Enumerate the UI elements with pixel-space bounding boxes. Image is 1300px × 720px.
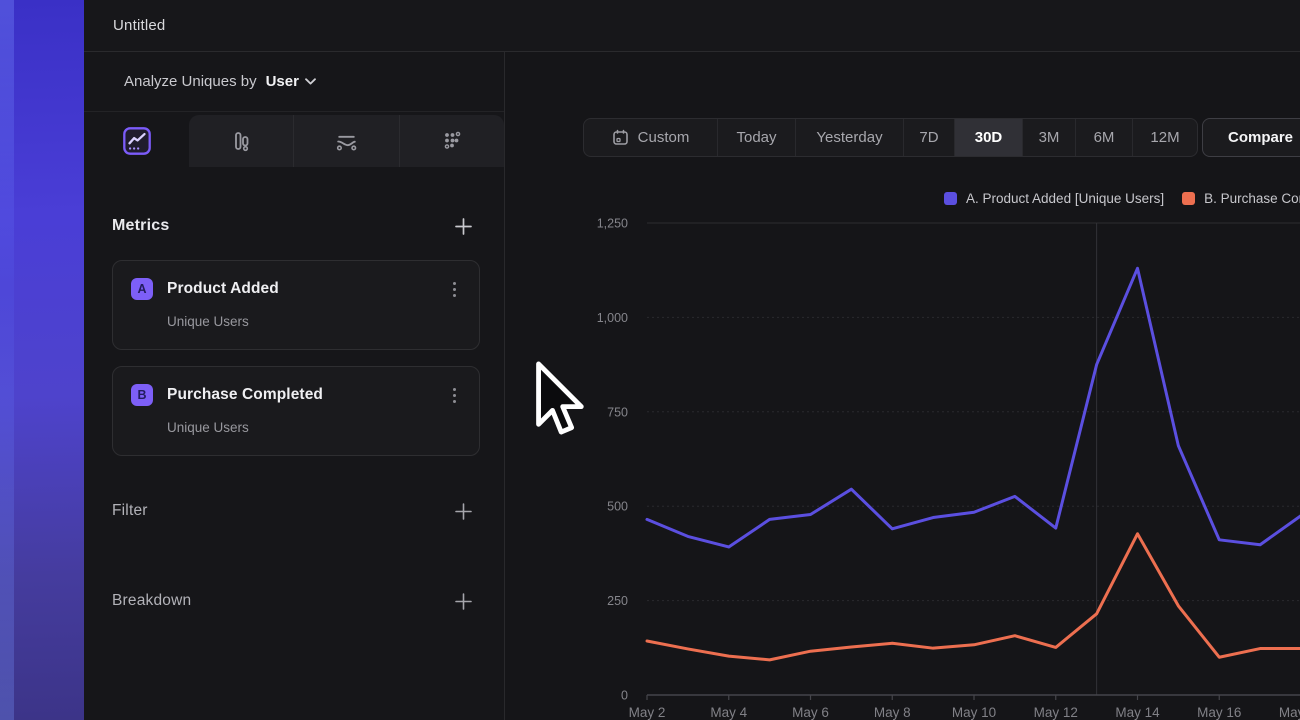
report-title[interactable]: Untitled — [113, 17, 165, 34]
compare-label: Compare — [1228, 129, 1293, 146]
metric-menu-a[interactable] — [445, 282, 463, 297]
add-breakdown-button[interactable] — [450, 588, 476, 614]
range-label: 7D — [919, 129, 938, 146]
metric-name-a: Product Added — [167, 280, 431, 298]
range-30d[interactable]: 30D — [954, 119, 1022, 156]
tab-flows[interactable] — [293, 115, 398, 167]
analyze-by-value: User — [266, 73, 299, 90]
svg-text:May 8: May 8 — [874, 705, 911, 720]
calendar-icon — [612, 129, 629, 146]
svg-text:May 2: May 2 — [629, 705, 666, 720]
range-label: 6M — [1094, 129, 1115, 146]
metric-menu-b[interactable] — [445, 388, 463, 403]
flows-icon — [333, 128, 360, 155]
top-bar: Untitled — [84, 0, 1300, 52]
breakdown-row: Breakdown — [112, 588, 476, 614]
svg-text:May 14: May 14 — [1115, 705, 1160, 720]
svg-text:1,000: 1,000 — [597, 311, 628, 325]
svg-text:May 16: May 16 — [1197, 705, 1241, 720]
analyze-by-dropdown[interactable]: User — [266, 73, 316, 90]
line-chart[interactable]: 0 250 500 750 1,000 1,250 May 2 May 4 May 6 May 8… — [505, 170, 1300, 720]
metric-name-b: Purchase Completed — [167, 386, 431, 404]
chevron-down-icon — [305, 78, 316, 85]
svg-text:1,250: 1,250 — [597, 217, 628, 231]
metric-subtitle-a: Unique Users — [167, 314, 463, 329]
sidebar: Analyze Uniques by User — [84, 52, 505, 720]
tab-line-chart[interactable] — [112, 119, 162, 163]
plus-icon — [454, 592, 473, 611]
range-3m[interactable]: 3M — [1022, 119, 1075, 156]
range-yesterday[interactable]: Yesterday — [795, 119, 903, 156]
range-label: Custom — [638, 129, 690, 146]
metrics-title: Metrics — [112, 217, 169, 235]
svg-text:250: 250 — [607, 594, 628, 608]
segmentation-icon — [439, 128, 465, 154]
svg-text:May 10: May 10 — [952, 705, 996, 720]
metric-card-b[interactable]: B Purchase Completed Unique Users — [112, 366, 480, 456]
range-today[interactable]: Today — [717, 119, 795, 156]
svg-text:May 4: May 4 — [710, 705, 747, 720]
tab-bar-chart[interactable] — [189, 115, 293, 167]
compare-button[interactable]: Compare — [1202, 118, 1300, 157]
metric-card-a[interactable]: A Product Added Unique Users — [112, 260, 480, 350]
screen: Untitled Analyze Uniques by User — [0, 0, 1300, 720]
add-filter-button[interactable] — [450, 498, 476, 524]
plus-icon — [454, 502, 473, 521]
svg-text:May 12: May 12 — [1034, 705, 1078, 720]
range-label: 12M — [1150, 129, 1179, 146]
filter-row: Filter — [112, 498, 476, 524]
analyze-label: Analyze Uniques by — [124, 73, 257, 90]
metric-badge-b: B — [131, 384, 153, 406]
date-range-control: Custom Today Yesterday 7D 30D 3M 6M 12M — [583, 118, 1198, 157]
svg-text:750: 750 — [607, 405, 628, 419]
app-window: Untitled Analyze Uniques by User — [84, 0, 1300, 720]
range-12m[interactable]: 12M — [1132, 119, 1197, 156]
range-label: Yesterday — [816, 129, 882, 146]
add-metric-button[interactable] — [450, 213, 476, 239]
metric-badge-a: A — [131, 278, 153, 300]
metrics-header: Metrics — [112, 213, 476, 239]
svg-text:May 6: May 6 — [792, 705, 829, 720]
bar-chart-icon — [228, 128, 254, 154]
background-gradient — [0, 0, 84, 720]
range-label: 30D — [975, 129, 1003, 146]
tab-strip — [189, 115, 504, 167]
svg-text:500: 500 — [607, 500, 628, 514]
svg-text:May 18: May 18 — [1279, 705, 1300, 720]
metric-subtitle-b: Unique Users — [167, 420, 463, 435]
range-label: 3M — [1039, 129, 1060, 146]
svg-text:0: 0 — [621, 689, 628, 703]
report-canvas: Custom Today Yesterday 7D 30D 3M 6M 12M … — [505, 52, 1300, 720]
range-label: Today — [736, 129, 776, 146]
tab-segmentation[interactable] — [399, 115, 504, 167]
analyze-row: Analyze Uniques by User — [84, 52, 504, 112]
chart-type-tabs — [84, 112, 504, 167]
range-7d[interactable]: 7D — [903, 119, 954, 156]
filter-title: Filter — [112, 502, 148, 520]
line-chart-icon — [122, 126, 152, 156]
plus-icon — [454, 217, 473, 236]
range-custom[interactable]: Custom — [584, 119, 717, 156]
chart-svg: 0 250 500 750 1,000 1,250 May 2 May 4 May 6 May 8… — [505, 170, 1300, 720]
range-6m[interactable]: 6M — [1075, 119, 1132, 156]
breakdown-title: Breakdown — [112, 592, 191, 610]
